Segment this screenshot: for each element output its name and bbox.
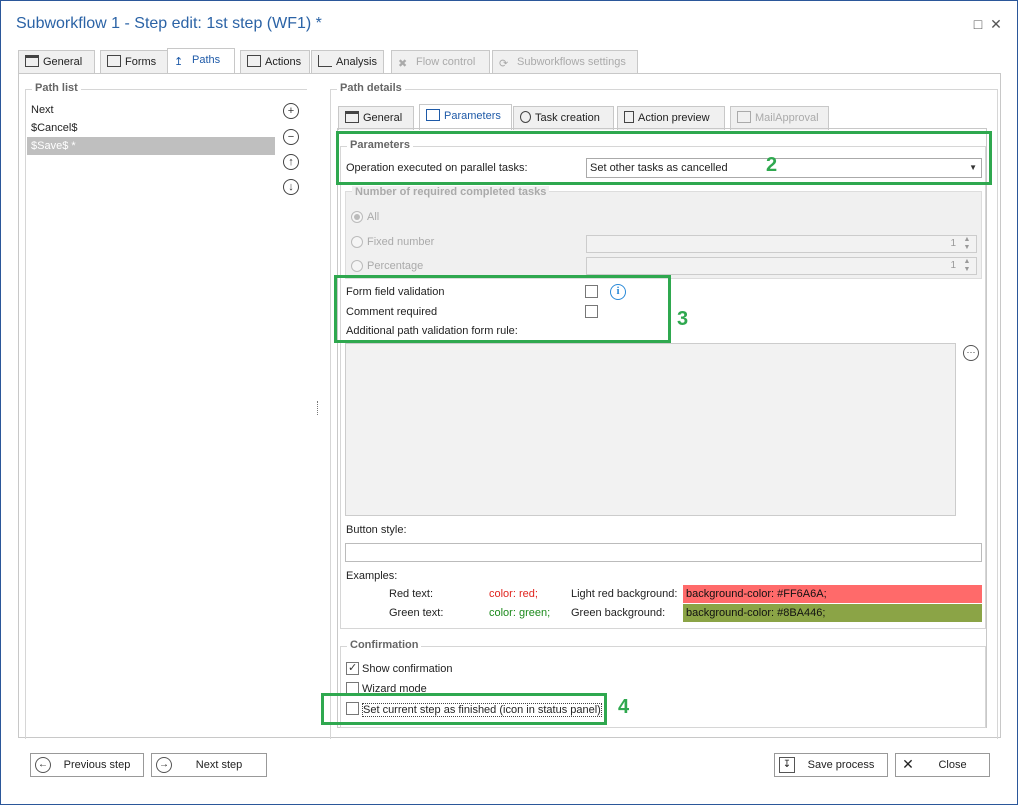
spinner-icon[interactable]: ▲ ▼ [960,258,974,274]
splitter-handle[interactable] [317,401,321,415]
red-code: color: red; [489,588,538,600]
preview-icon [624,111,634,123]
percentage-input[interactable]: 1 ▲ ▼ [586,257,977,275]
button-style-label: Button style: [346,524,407,536]
flow-control-icon: ✖ [398,58,408,70]
subworkflow-icon: ⟳ [499,58,509,70]
path-list-title: Path list [32,82,81,94]
step-edit-window: Subworkflow 1 - Step edit: 1st step (WF1… [0,0,1018,805]
tab-subworkflows-settings[interactable]: ⟳ Subworkflows settings [492,50,638,74]
inner-tab-parameters[interactable]: Parameters [419,104,512,130]
annotation-box-4 [321,693,607,725]
green-bg-label: Green background: [571,607,666,619]
window-title: Subworkflow 1 - Step edit: 1st step (WF1… [16,15,322,32]
inner-tab-mailapproval[interactable]: MailApproval [730,106,829,130]
add-path-icon[interactable]: + [283,103,299,119]
tab-forms[interactable]: Forms [100,50,168,74]
all-label: All [367,211,380,223]
annotation-number-4: 4 [618,696,630,718]
window-icon [25,55,39,67]
percentage-radio[interactable] [351,260,363,272]
close-button[interactable]: ✕ Close [895,753,990,777]
mail-icon [737,111,751,123]
path-list-group: Path list [25,82,307,739]
examples-label: Examples: [346,570,398,582]
inner-tab-action-preview[interactable]: Action preview [617,106,725,130]
all-radio[interactable] [351,211,363,223]
annotation-number-2: 2 [766,154,778,176]
move-down-icon[interactable]: ↓ [283,179,299,195]
confirmation-title: Confirmation [347,639,422,651]
save-process-button[interactable]: ↧ Save process [774,753,888,777]
light-red-bg-label: Light red background: [571,588,678,600]
button-style-input[interactable] [345,543,982,562]
more-options-icon[interactable]: ··· [963,345,979,361]
list-item[interactable]: Next [27,101,275,119]
fixed-number-value: 1 [950,238,956,249]
tab-flow-control[interactable]: ✖ Flow control [391,50,490,74]
user-icon [520,111,531,123]
show-confirmation-checkbox[interactable] [346,661,359,675]
list-item[interactable]: $Cancel$ [27,119,275,137]
close-icon[interactable]: ✕ [987,15,1005,33]
path-list: Next $Cancel$ $Save$ * [27,101,275,155]
actions-icon [247,55,261,67]
chart-icon [318,55,332,67]
tab-general[interactable]: General [18,50,95,74]
green-code: color: green; [489,607,551,619]
path-details-title: Path details [337,82,405,94]
remove-path-icon[interactable]: − [283,129,299,145]
fixed-number-input[interactable]: 1 ▲ ▼ [586,235,977,253]
move-up-icon[interactable]: ↑ [283,154,299,170]
tab-actions[interactable]: Actions [240,50,310,74]
window-icon [345,111,359,123]
annotation-box-2 [336,131,992,185]
spinner-icon[interactable]: ▲ ▼ [960,236,974,252]
title-bar: Subworkflow 1 - Step edit: 1st step (WF1… [1,1,1017,45]
green-bg-example: background-color: #8BA446; [683,604,982,622]
paths-icon: ↥ [174,56,184,68]
percentage-value: 1 [950,260,956,271]
green-text-label: Green text: [389,607,444,619]
maximize-icon[interactable]: □ [969,15,987,33]
previous-step-button[interactable]: ← Previous step [30,753,144,777]
inner-tab-task-creation[interactable]: Task creation [513,106,614,130]
annotation-number-3: 3 [677,308,689,330]
parameters-icon [426,109,440,121]
list-item[interactable]: $Save$ * [27,137,275,155]
fixed-number-label: Fixed number [367,236,435,248]
tab-paths[interactable]: ↥ Paths [167,48,235,74]
annotation-box-3 [334,275,671,343]
tab-analysis[interactable]: Analysis [311,50,384,74]
required-tasks-title: Number of required completed tasks [352,186,550,198]
next-step-button[interactable]: → Next step [151,753,267,777]
form-icon [107,55,121,67]
additional-rule-editor[interactable] [345,343,956,516]
inner-tab-general[interactable]: General [338,106,414,130]
red-text-label: Red text: [389,588,434,600]
show-confirmation-label: Show confirmation [362,663,453,675]
percentage-label: Percentage [367,260,424,272]
light-red-bg-example: background-color: #FF6A6A; [683,585,982,603]
fixed-number-radio[interactable] [351,236,363,248]
